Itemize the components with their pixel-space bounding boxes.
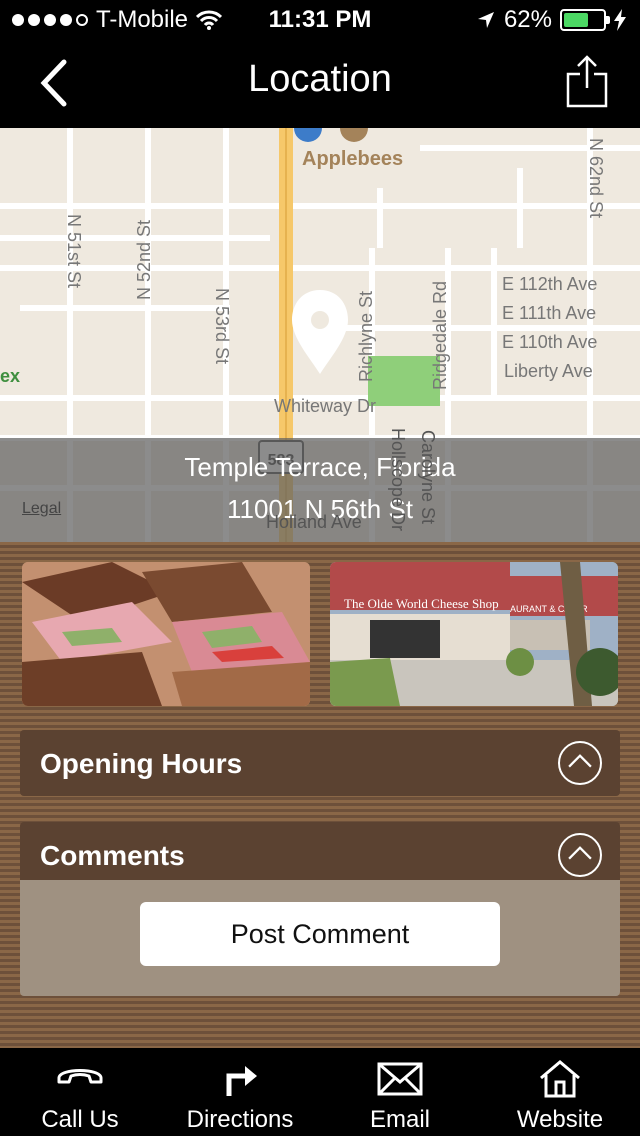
storefront-image: The Olde World Cheese Shop AURANT & CATE… <box>330 562 618 706</box>
chevron-up-icon[interactable] <box>558 741 602 785</box>
location-arrow-icon <box>477 12 494 28</box>
street-label: Whiteway Dr <box>274 396 377 416</box>
tab-label: Call Us <box>41 1106 119 1133</box>
chevron-up-icon[interactable] <box>558 833 602 877</box>
street-label: N 62nd St <box>586 138 606 219</box>
street-label: ex <box>0 366 21 386</box>
directions-icon <box>226 1066 257 1096</box>
store-sign-text: The Olde World Cheese Shop <box>344 596 499 611</box>
content-area: The Olde World Cheese Shop AURANT & CATE… <box>0 542 640 1048</box>
street-label: N 51st St <box>64 214 84 289</box>
map-view[interactable]: Applebees N 51st St N 52nd St N 53rd St … <box>0 128 640 542</box>
tab-directions[interactable]: Directions <box>160 1048 320 1136</box>
street-label: Carolyne St <box>418 430 438 525</box>
street-label: Hollscope Dr <box>388 428 408 532</box>
share-icon[interactable] <box>564 54 610 110</box>
mail-icon <box>377 1062 423 1096</box>
storefront-photo[interactable]: The Olde World Cheese Shop AURANT & CATE… <box>330 562 618 706</box>
tab-call-us[interactable]: Call Us <box>0 1048 160 1136</box>
phone-icon <box>57 1069 103 1084</box>
sandwich-image <box>22 562 310 706</box>
charging-icon <box>614 9 626 31</box>
sandwich-photo[interactable] <box>22 562 310 706</box>
comments-title: Comments <box>40 840 185 871</box>
battery-icon <box>560 9 610 31</box>
opening-hours-section[interactable]: Opening Hours <box>20 730 620 796</box>
comments-body: Post Comment <box>20 880 620 996</box>
street-label: Richlyne St <box>356 290 376 382</box>
status-bar: T-Mobile 11:31 PM 62% <box>0 0 640 40</box>
street-label: Holland Ave <box>266 512 362 532</box>
post-comment-button[interactable]: Post Comment <box>140 902 500 966</box>
street-label: Ridgedale Rd <box>430 280 450 390</box>
tab-email[interactable]: Email <box>320 1048 480 1136</box>
status-right: 62% <box>476 6 626 34</box>
tab-website[interactable]: Website <box>480 1048 640 1136</box>
street-label: N 52nd St <box>134 219 154 300</box>
opening-hours-title: Opening Hours <box>40 748 243 779</box>
page-title: Location <box>248 58 392 100</box>
battery-percent: 62% <box>503 6 552 33</box>
home-icon <box>540 1060 580 1098</box>
address-city: Temple Terrace, Florida <box>184 452 456 482</box>
tab-label: Directions <box>186 1106 294 1133</box>
street-label: N 53rd St <box>212 288 232 365</box>
navigation-bar: Location <box>0 40 640 128</box>
street-label: E 110th Ave <box>502 332 598 352</box>
tab-label: Website <box>516 1106 604 1133</box>
street-label: E 112th Ave <box>502 274 598 294</box>
poi-label: Applebees <box>302 148 404 170</box>
tab-label: Email <box>369 1106 430 1133</box>
bottom-tab-bar: Call Us Directions Email Website <box>0 1048 640 1136</box>
comments-section[interactable]: Comments <box>20 822 620 880</box>
street-label: Liberty Ave <box>504 361 593 381</box>
street-label: E 111th Ave <box>502 303 597 323</box>
legal-link[interactable]: Legal <box>22 500 61 518</box>
